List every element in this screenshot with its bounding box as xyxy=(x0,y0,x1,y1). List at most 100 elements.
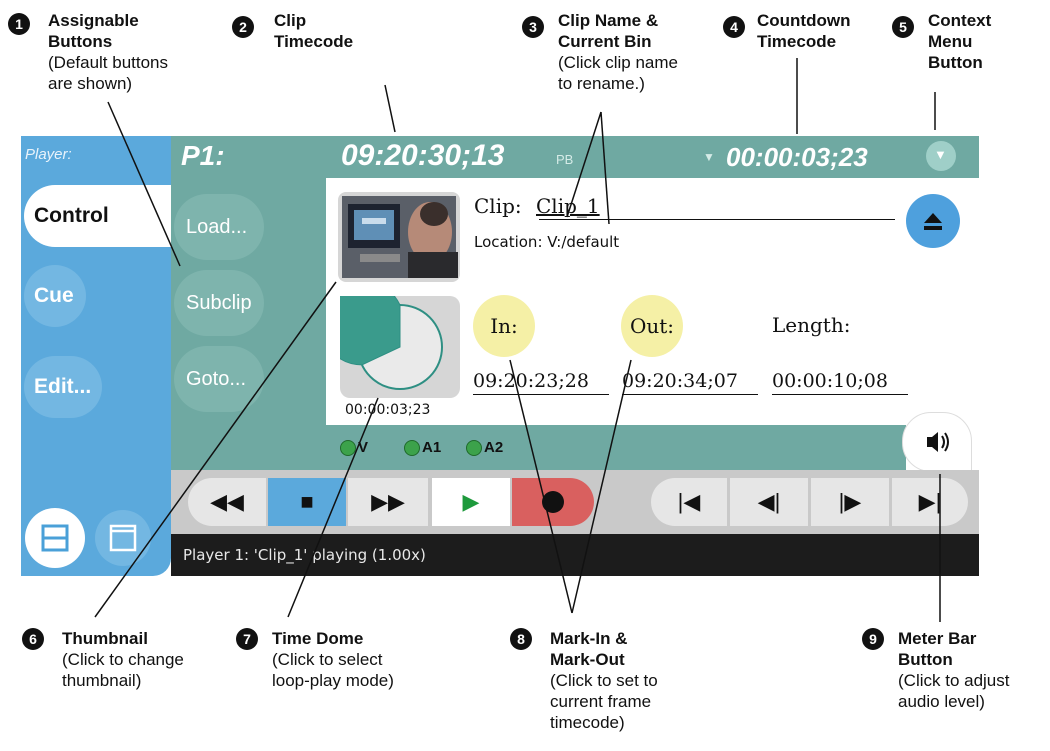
load-button-label: Load... xyxy=(186,216,248,238)
subclip-button[interactable]: Subclip xyxy=(174,270,264,336)
callout-title: Clip Timecode xyxy=(274,11,354,51)
record-button[interactable] xyxy=(512,478,594,526)
callout-number: 2 xyxy=(232,16,254,38)
track-v-led-icon xyxy=(340,440,356,457)
layout-single-button[interactable] xyxy=(95,510,151,566)
callout-number: 8 xyxy=(510,628,532,650)
length-timecode: 00:00:10;08 xyxy=(772,370,908,395)
meter-bar-button[interactable] xyxy=(902,412,972,472)
stop-button[interactable]: ■ xyxy=(268,478,346,526)
in-timecode[interactable]: 09:20:23;28 xyxy=(473,370,609,395)
callout-desc: (Click to select loop-play mode) xyxy=(272,650,394,690)
clip-location: Location: V:/default xyxy=(474,233,620,251)
layout-split-button[interactable] xyxy=(25,508,85,568)
track-a2[interactable]: A2 xyxy=(466,439,504,457)
player-id: P1: xyxy=(181,140,225,171)
status-bar: Player 1: 'Clip_1' playing (1.00x) xyxy=(171,534,979,576)
callout-title: Clip Name & Current Bin xyxy=(558,11,659,51)
track-v-label: V xyxy=(358,439,369,456)
subclip-button-label: Subclip xyxy=(186,292,252,314)
mark-out-button[interactable]: Out: xyxy=(621,295,683,357)
callout-number: 9 xyxy=(862,628,884,650)
thumbnail-image xyxy=(342,196,458,278)
time-dome[interactable] xyxy=(319,280,460,398)
play-icon: ▶ xyxy=(462,489,480,514)
countdown-arrow-icon: ▼ xyxy=(703,150,715,164)
callout-number: 5 xyxy=(892,16,914,38)
callout-title: Time Dome xyxy=(272,629,364,648)
tab-control[interactable]: Control xyxy=(24,185,174,247)
callout-thumbnail: 6 Thumbnail (Click to change thumbnail) xyxy=(22,628,184,691)
go-to-end-icon: ▶| xyxy=(918,489,942,514)
callout-desc: (Click to adjust audio level) xyxy=(898,671,1010,711)
callout-clip-name: 3 Clip Name & Current Bin (Click clip na… xyxy=(522,10,678,94)
callout-assignable-buttons: 1 Assignable Buttons (Default buttons ar… xyxy=(8,10,168,94)
clip-label: Clip: xyxy=(474,194,522,218)
tab-cue[interactable]: Cue xyxy=(24,265,86,327)
rewind-button[interactable]: ◀◀ xyxy=(188,478,266,526)
length-label: Length: xyxy=(772,313,851,337)
track-a1-label: A1 xyxy=(422,439,442,456)
callout-desc: (Click to set to current frame timecode) xyxy=(550,671,658,732)
split-view-icon xyxy=(41,524,69,552)
callout-countdown: 4 Countdown Timecode xyxy=(723,10,850,52)
mark-out-label: Out: xyxy=(629,314,675,338)
track-a1[interactable]: A1 xyxy=(404,439,442,457)
thumbnail[interactable] xyxy=(338,192,460,282)
eject-icon xyxy=(924,213,942,230)
clip-name-field[interactable]: Clip_1 xyxy=(536,194,600,218)
go-to-end-button[interactable]: ▶| xyxy=(892,478,968,526)
go-to-start-button[interactable]: |◀ xyxy=(651,478,727,526)
goto-button[interactable]: Goto... xyxy=(174,346,264,412)
tab-cue-label: Cue xyxy=(34,284,74,307)
callout-title: Mark-In & Mark-Out xyxy=(550,629,628,669)
callout-desc: (Click to change thumbnail) xyxy=(62,650,184,690)
callout-number: 6 xyxy=(22,628,44,650)
step-back-button[interactable]: ◀| xyxy=(730,478,808,526)
mark-in-button[interactable]: In: xyxy=(473,295,535,357)
callout-title: Countdown Timecode xyxy=(757,11,851,51)
callout-number: 1 xyxy=(8,13,30,35)
countdown-timecode: 00:00:03;23 xyxy=(726,142,868,172)
track-a1-led-icon xyxy=(404,440,420,457)
clip-timecode: 09:20:30;13 xyxy=(341,139,505,172)
callout-title: Meter Bar Button xyxy=(898,629,977,669)
fast-forward-button[interactable]: ▶▶ xyxy=(348,478,428,526)
load-button[interactable]: Load... xyxy=(174,194,264,260)
callout-desc: (Click clip name to rename.) xyxy=(558,53,678,93)
callout-desc: (Default buttons are shown) xyxy=(48,53,169,93)
clip-name-underline xyxy=(539,219,895,220)
step-back-icon: ◀| xyxy=(757,489,781,514)
track-a2-led-icon xyxy=(466,440,482,457)
player-header: P1: 09:20:30;13 PB ▼ 00:00:03;23 ▼ xyxy=(171,136,979,178)
single-view-icon xyxy=(109,524,137,552)
callout-time-dome: 7 Time Dome (Click to select loop-play m… xyxy=(236,628,394,691)
out-timecode[interactable]: 09:20:34;07 xyxy=(622,370,758,395)
callout-number: 7 xyxy=(236,628,258,650)
eject-button[interactable] xyxy=(906,194,960,248)
go-to-start-icon: |◀ xyxy=(677,489,701,514)
play-button[interactable]: ▶ xyxy=(432,478,510,526)
chevron-down-icon: ▼ xyxy=(934,147,947,162)
tab-control-label: Control xyxy=(34,204,109,227)
callout-title: Assignable Buttons xyxy=(48,11,139,51)
time-dome-graphic xyxy=(319,280,443,390)
track-v[interactable]: V xyxy=(340,439,369,457)
callout-number: 3 xyxy=(522,16,544,38)
callout-number: 4 xyxy=(723,16,745,38)
playback-mode: PB xyxy=(556,152,574,167)
mark-in-label: In: xyxy=(490,314,518,338)
callout-title: Thumbnail xyxy=(62,629,148,648)
sidebar-label: Player: xyxy=(25,146,72,163)
callout-title: Context Menu Button xyxy=(928,11,992,72)
context-menu-button[interactable]: ▼ xyxy=(926,141,956,171)
step-forward-button[interactable]: |▶ xyxy=(811,478,889,526)
track-a2-label: A2 xyxy=(484,439,504,456)
tab-edit-label: Edit... xyxy=(34,375,92,398)
callout-context-menu: 5 Context Menu Button xyxy=(892,10,991,73)
speaker-icon xyxy=(927,432,949,452)
callout-clip-timecode: 2 Clip Timecode xyxy=(232,10,353,52)
step-forward-icon: |▶ xyxy=(838,489,862,514)
stop-icon: ■ xyxy=(300,489,314,514)
tab-edit[interactable]: Edit... xyxy=(24,356,102,418)
